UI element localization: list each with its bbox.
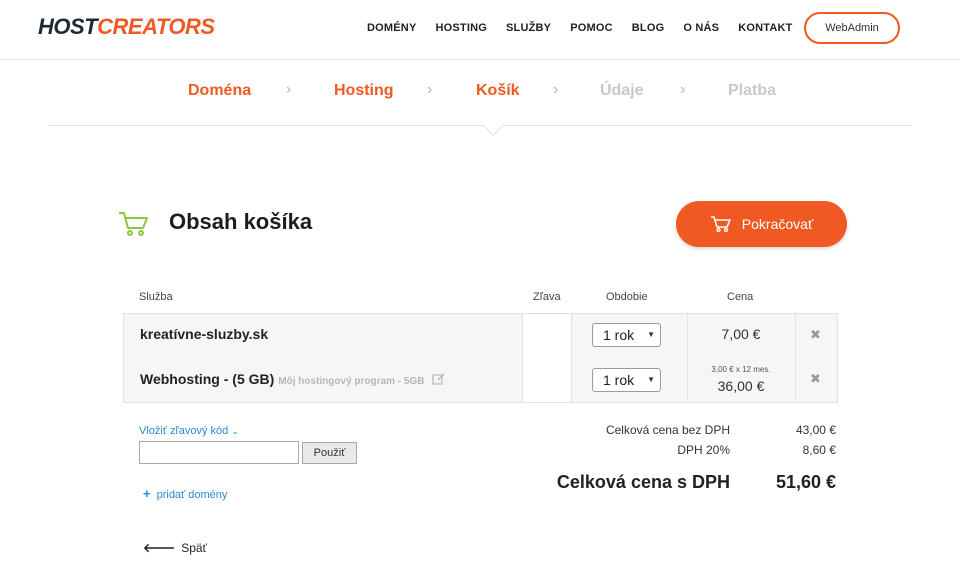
discount-code-link[interactable]: Vložiť zľavový kód ⌄ bbox=[139, 425, 239, 437]
column-header-price: Cena bbox=[727, 291, 754, 303]
dropdown-arrow-icon: ▼ bbox=[647, 375, 655, 384]
period-select[interactable]: 1 rok ▼ bbox=[592, 323, 661, 347]
chevron-right-icon: › bbox=[680, 81, 686, 98]
service-name-text: Webhosting - (5 GB) bbox=[140, 371, 275, 387]
nav-blog[interactable]: BLOG bbox=[632, 22, 665, 34]
nav-sluzby[interactable]: SLUŽBY bbox=[506, 22, 551, 34]
back-label: Späť bbox=[181, 541, 208, 555]
plus-icon: + bbox=[143, 486, 151, 501]
period-value: 1 rok bbox=[603, 327, 635, 343]
vat-value: 8,60 € bbox=[802, 443, 836, 457]
step-platba: Platba bbox=[728, 82, 777, 99]
price-detail: 3,00 € x 12 mes. bbox=[711, 365, 771, 374]
chevron-right-icon: › bbox=[286, 81, 292, 98]
logo[interactable]: HOSTCREATORS bbox=[38, 14, 215, 40]
logo-host-text: HOST bbox=[38, 14, 98, 39]
step-udaje: Údaje bbox=[600, 82, 644, 99]
step-kosik: Košík bbox=[476, 82, 520, 99]
add-domain-label: pridať domény bbox=[156, 489, 228, 501]
continue-label: Pokračovať bbox=[741, 216, 814, 232]
table-row: Webhosting - (5 GB) Môj hostingový progra… bbox=[124, 357, 837, 402]
nav-o-nas[interactable]: O NÁS bbox=[683, 22, 719, 34]
remove-icon[interactable]: ✖ bbox=[810, 327, 821, 343]
remove-icon[interactable]: ✖ bbox=[810, 371, 821, 387]
column-header-service: Služba bbox=[139, 291, 173, 303]
chevron-down-icon: ⌄ bbox=[231, 426, 239, 436]
edit-icon[interactable] bbox=[432, 373, 446, 385]
dropdown-arrow-icon: ▼ bbox=[647, 330, 655, 339]
cart-icon bbox=[710, 216, 731, 233]
period-value: 1 rok bbox=[603, 372, 635, 388]
total-with-vat-label: Celková cena s DPH bbox=[556, 472, 730, 492]
total-without-vat-value: 43,00 € bbox=[795, 423, 836, 437]
chevron-right-icon: › bbox=[427, 81, 433, 98]
webadmin-button[interactable]: WebAdmin bbox=[804, 12, 900, 44]
continue-button[interactable]: Pokračovať bbox=[676, 201, 847, 247]
column-header-period: Obdobie bbox=[606, 291, 648, 303]
add-domain-link[interactable]: + pridať domény bbox=[143, 486, 227, 501]
main-nav: DOMÉNY HOSTING SLUŽBY POMOC BLOG O NÁS K… bbox=[367, 22, 812, 34]
total-with-vat-value: 51,60 € bbox=[775, 472, 836, 492]
table-row: kreatívne-sluzby.sk 1 rok ▼ 7,00 € ✖ bbox=[124, 314, 837, 358]
apply-button[interactable]: Použiť bbox=[302, 442, 357, 464]
nav-domeny[interactable]: DOMÉNY bbox=[367, 22, 416, 34]
discount-code-input[interactable] bbox=[139, 441, 299, 464]
site-header: HOSTCREATORS DOMÉNY HOSTING SLUŽBY POMOC… bbox=[0, 0, 960, 60]
item-price: 36,00 € bbox=[717, 378, 765, 394]
item-price: 7,00 € bbox=[721, 326, 761, 342]
service-name: Webhosting - (5 GB) Môj hostingový progra… bbox=[140, 371, 446, 387]
logo-creators-text: CREATORS bbox=[97, 14, 215, 39]
arrow-left-icon: 🡐 bbox=[143, 541, 176, 555]
nav-pomoc[interactable]: POMOC bbox=[570, 22, 613, 34]
service-note: Môj hostingový program - 5GB bbox=[278, 376, 425, 387]
step-hosting[interactable]: Hosting bbox=[334, 82, 394, 100]
page-title: Obsah košíka bbox=[169, 209, 313, 234]
step-domena[interactable]: Doména bbox=[188, 82, 251, 100]
back-link[interactable]: 🡐 Späť bbox=[143, 540, 207, 555]
discount-link-label: Vložiť zľavový kód bbox=[139, 425, 229, 437]
total-without-vat-label: Celková cena bez DPH bbox=[605, 423, 730, 437]
column-header-discount: Zľava bbox=[533, 291, 561, 303]
cart-icon bbox=[119, 212, 148, 236]
vat-label: DPH 20% bbox=[677, 443, 730, 457]
nav-hosting[interactable]: HOSTING bbox=[435, 22, 487, 34]
service-name: kreatívne-sluzby.sk bbox=[140, 326, 269, 342]
cart-table: kreatívne-sluzby.sk 1 rok ▼ 7,00 € ✖ Web… bbox=[123, 313, 838, 403]
chevron-right-icon: › bbox=[553, 81, 559, 98]
checkout-steps: Doména › Hosting › Košík › Údaje › Platb… bbox=[48, 61, 912, 126]
nav-kontakt[interactable]: KONTAKT bbox=[738, 22, 792, 34]
period-select[interactable]: 1 rok ▼ bbox=[592, 368, 661, 392]
